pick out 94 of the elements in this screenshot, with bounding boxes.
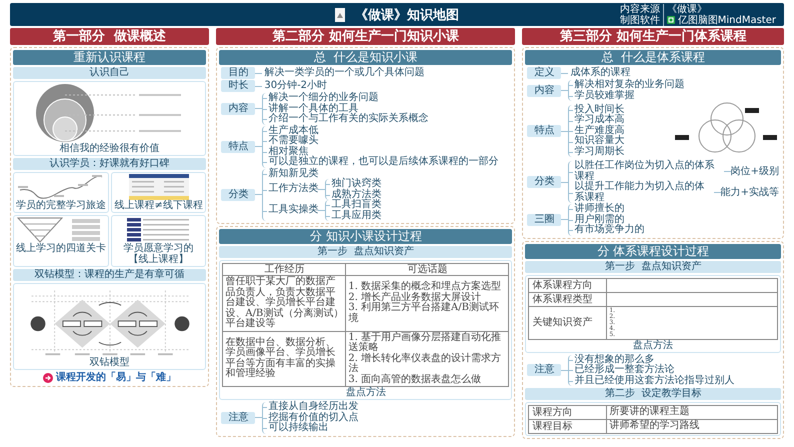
credit-value: 《做课》 <box>666 4 707 14</box>
figure-caption: 学员愿意学习的【线上课程】 <box>122 243 195 265</box>
table-cell: 1. 基于用户画像分层搭建自动化推送策略 2. 增长转化率仪表盘的设计需求方法 3. 面向高管的数据表盘怎么做 <box>346 331 509 386</box>
branch-text: 独门诀窍类 <box>331 179 382 189</box>
section-subtitle: 认识自己 <box>13 67 206 79</box>
table-cell: 课程方向 <box>528 406 607 420</box>
branch-text: 解决一个细分的业务问题 <box>268 93 378 103</box>
card-title: 分 体系课程设计过程 <box>525 244 781 258</box>
card-title: 总 什么是体系课程 <box>525 50 781 65</box>
branch-text: 30分钟-2小时 <box>264 80 328 92</box>
branch-text: 挖掘有价值的切入点 <box>268 412 358 422</box>
section-subtitle: 第二步 设定教学目标 <box>525 388 781 400</box>
part-title: 第一部分 做课概述 <box>10 28 210 45</box>
table-cell: 1. 数据采集的概念和埋点方案选型 2. 增长产品业务数据大屏设计 3. 利用第三方平台搭建A/B测试环境 <box>346 276 509 331</box>
branch-text: 新知新见类 <box>268 168 318 179</box>
table-caption: 盘点方法 <box>346 387 386 398</box>
branch-text: 工具应用类 <box>331 210 382 221</box>
category-label: 分类 <box>221 188 256 201</box>
arrow-icon <box>43 373 54 383</box>
branch-text: 以胜任工作岗位为切入点的体系课程 <box>574 161 716 182</box>
list-thumbnail-drawing <box>126 217 191 243</box>
branch-text: 介绍一个与工作有关的实际关系概念 <box>268 114 428 124</box>
branch-text: 成体系的课程 <box>570 68 630 78</box>
category-label: 分类 <box>527 176 562 188</box>
figure-caption: 线上课程≠线下课程 <box>114 200 203 211</box>
branch-text: 并且已经使用这套方法论指导过别人 <box>574 376 734 386</box>
branch-text: 工作方法类 <box>268 184 318 195</box>
branch-text: 可以持续输出 <box>268 423 328 434</box>
category-label: 特点 <box>221 140 256 152</box>
branch-text: 解决相对复杂的业务问题 <box>574 80 684 90</box>
figure-caption: 线上学习的四道关卡 <box>16 243 106 254</box>
category-label: 定义 <box>527 67 562 79</box>
table-cell: 体系课程方向 <box>528 278 607 292</box>
part-title: 第二部分 如何生产一门知识小课 <box>216 28 516 45</box>
branch-note: 岗位+级别 <box>730 166 779 177</box>
section-subtitle: 认识学员：好课就有好口碑 <box>13 158 206 170</box>
credit-value: 亿图脑图MindMaster <box>678 14 776 26</box>
card-title: 分 知识小课设计过程 <box>219 229 512 244</box>
category-label: 内容 <box>527 84 562 96</box>
category-label: 目的 <box>221 67 256 79</box>
card-title: 重新认识课程 <box>13 50 206 65</box>
branch-text: 工具实操类 <box>268 205 318 216</box>
table-header-cell: 工作经历 <box>222 264 346 276</box>
category-label: 三圈 <box>527 214 562 226</box>
branch-text: 工具扫盲类 <box>331 200 382 210</box>
table-cell: 在数据中台、数据分析、学员画像平台、学员增长平台等方面有丰富的实操和管理经验 <box>222 331 346 386</box>
book-cover-icon <box>335 8 345 22</box>
section-subtitle: 双钻模型：课程的生产是有章可循 <box>13 269 206 281</box>
branch-text: 不需要噱头 <box>268 136 318 146</box>
map-title: 《做课》知识地图 <box>355 6 459 24</box>
category-label: 特点 <box>527 125 562 137</box>
branch-text: 以提升工作能力为切入点的体系课程 <box>574 182 706 202</box>
figure-caption: 双钻模型 <box>90 357 130 368</box>
branch-text: 用户刚需的 <box>574 214 624 224</box>
card-title: 总 什么是知识小课 <box>219 50 512 65</box>
branch-text: 有市场竞争力的 <box>574 225 644 236</box>
link[interactable]: 课程开发的「易」与「难」 <box>56 372 176 384</box>
credit-label: 内容来源 <box>620 4 664 14</box>
branch-text: 讲解一个具体的工具 <box>268 104 358 114</box>
branch-text: 生产难度高 <box>574 126 624 136</box>
figure-caption: 相信我的经验很有价值 <box>60 143 160 154</box>
category-label: 注意 <box>527 364 562 376</box>
branch-text: 讲师擅长的 <box>574 204 624 214</box>
branch-text: 已经形成一整套方法论 <box>574 365 674 375</box>
branch-text: 没有想象的那么多 <box>574 354 654 364</box>
section-subtitle: 第一步 盘点知识资产 <box>525 260 781 272</box>
branch-text: 知识容量大 <box>574 136 624 146</box>
part-title: 第三部分 如何生产一门体系课程 <box>522 28 784 45</box>
section-subtitle: 第一步 盘点知识资产 <box>219 246 512 258</box>
category-label: 内容 <box>221 102 256 115</box>
branch-text: 解决一类学员的一个或几个具体问题 <box>264 68 424 78</box>
branch-text: 相对聚焦 <box>268 146 308 156</box>
branch-text: 学习周期长 <box>574 146 624 158</box>
branch-text: 生产成本低 <box>268 126 318 136</box>
table-cell: 讲师希望的学习路线 <box>606 420 778 434</box>
branch-text: 学习成本高 <box>574 115 624 126</box>
table-cell: 课程目标 <box>528 420 607 434</box>
table-cell: 曾任职于某大厂的数据产品负责人，负责大数据平台建设、学员增长平台建设、A/B测试（分离测试）平台建设等 <box>222 276 346 331</box>
table-cell: 所要讲的课程主题 <box>606 406 778 420</box>
table-thumbnail-drawing <box>128 174 189 200</box>
category-label: 时长 <box>221 80 256 92</box>
branch-text: 直接从自身经历出发 <box>268 402 358 412</box>
table-cell: 体系课程类型 <box>528 292 607 306</box>
table-header-cell: 可选话题 <box>346 264 509 276</box>
branch-text: 投入时间长 <box>574 104 624 115</box>
credit-label: 制图软件 <box>620 14 664 26</box>
category-label: 注意 <box>221 412 256 424</box>
branch-text: 成熟方法类 <box>331 190 382 200</box>
table-cell: 关键知识资产 <box>528 306 607 339</box>
figure-caption: 学员的完整学习旅途 <box>16 200 106 211</box>
branch-text: 可以是独立的课程，也可以是后续体系课程的一部分 <box>268 157 498 168</box>
branch-text: 学员较难掌握 <box>574 90 634 101</box>
table-caption: 盘点方法 <box>633 340 674 350</box>
branch-note: 能力+实战等 <box>720 187 779 198</box>
